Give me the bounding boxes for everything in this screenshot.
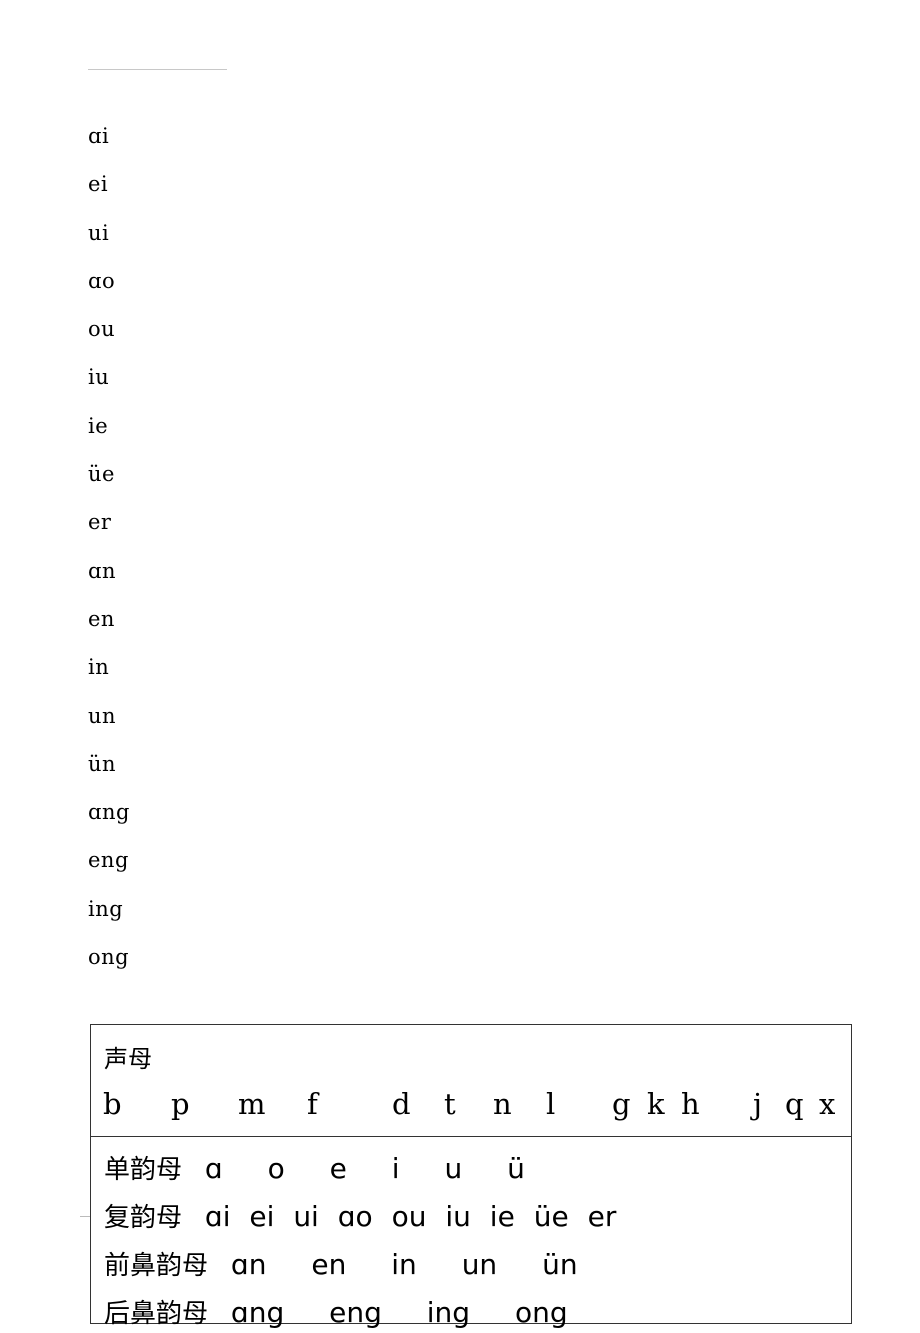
initial-letter: j: [753, 1087, 762, 1121]
initial-letter: n: [493, 1087, 512, 1121]
list-item: ui: [88, 220, 110, 245]
finals-row-compound: 复韵母 ɑi ei ui ɑo ou iu ie üe er: [104, 1197, 626, 1237]
initial-letter: p: [171, 1087, 190, 1121]
list-item: eng: [88, 848, 129, 873]
initial-letter: t: [444, 1087, 456, 1121]
final-item: e: [329, 1152, 347, 1185]
header-rule: [88, 69, 227, 70]
final-item: ui: [293, 1200, 319, 1233]
finals-row-front-nasal: 前鼻韵母 ɑn en in un ün: [104, 1245, 614, 1285]
list-item: ɑi: [88, 124, 110, 148]
initial-letter: m: [238, 1087, 266, 1121]
final-item: ü: [507, 1152, 525, 1185]
finals-row-label: 复韵母: [104, 1203, 183, 1233]
initial-letter: l: [546, 1087, 556, 1121]
finals-row-simple: 单韵母 ɑ o e i u ü: [104, 1149, 561, 1189]
final-item: en: [311, 1248, 347, 1281]
final-item: eng: [329, 1296, 382, 1329]
finals-row-label: 前鼻韵母: [104, 1251, 209, 1281]
final-item: ɑ: [204, 1152, 223, 1185]
final-item: iu: [445, 1200, 471, 1233]
final-item: o: [267, 1152, 285, 1185]
initial-letter: q: [785, 1087, 804, 1121]
list-item: ɑn: [88, 558, 116, 583]
final-item: ing: [426, 1296, 471, 1329]
list-item: ou: [88, 317, 116, 342]
list-item: en: [88, 606, 115, 631]
final-item: ün: [542, 1248, 578, 1281]
pinyin-chart: 声母 b p m f d t n l g k h j q x 单韵母 ɑ o e…: [90, 1024, 852, 1329]
list-item: iu: [88, 365, 110, 390]
initial-letter: b: [103, 1087, 122, 1121]
list-item: ɑng: [88, 800, 130, 825]
finals-list: ɑi ei ui ɑo ou iu ie üe er ɑn en in un ü…: [88, 120, 130, 989]
finals-row-label: 单韵母: [104, 1155, 183, 1185]
finals-row-back-nasal: 后鼻韵母 ɑng eng ing ong: [104, 1293, 604, 1333]
final-item: un: [461, 1248, 498, 1281]
final-item: ou: [391, 1200, 427, 1233]
initial-letter: f: [307, 1087, 318, 1121]
list-item: er: [88, 510, 112, 535]
initials-section: 声母 b p m f d t n l g k h j q x: [91, 1025, 851, 1137]
initial-letter: d: [392, 1087, 411, 1121]
final-item: ei: [249, 1200, 275, 1233]
initial-letter: k: [647, 1087, 665, 1121]
list-item: ei: [88, 172, 109, 197]
final-item: ɑo: [337, 1200, 373, 1233]
initials-title: 声母: [104, 1045, 152, 1073]
list-item: ɑo: [88, 268, 116, 293]
final-item: u: [444, 1152, 463, 1185]
list-item: un: [88, 703, 117, 728]
initial-letter: g: [612, 1087, 631, 1121]
final-item: in: [391, 1248, 417, 1281]
list-item: ing: [88, 896, 124, 921]
initial-letter: h: [681, 1087, 700, 1121]
final-item: ɑi: [204, 1200, 231, 1233]
margin-tick: [80, 1216, 90, 1217]
list-item: ong: [88, 945, 130, 970]
final-item: ɑng: [230, 1296, 285, 1329]
list-item: ie: [88, 413, 109, 438]
list-item: ün: [88, 751, 117, 776]
final-item: üe: [533, 1200, 569, 1233]
final-item: i: [391, 1152, 400, 1185]
initials-row: b p m f d t n l g k h j q x: [91, 1087, 851, 1127]
list-item: in: [88, 655, 110, 680]
initial-letter: x: [819, 1087, 836, 1121]
final-item: ie: [489, 1200, 515, 1233]
list-item: üe: [88, 462, 115, 487]
final-item: ɑn: [230, 1248, 267, 1281]
final-item: er: [587, 1200, 617, 1233]
finals-row-label: 后鼻韵母: [104, 1299, 209, 1329]
final-item: ong: [515, 1296, 568, 1329]
